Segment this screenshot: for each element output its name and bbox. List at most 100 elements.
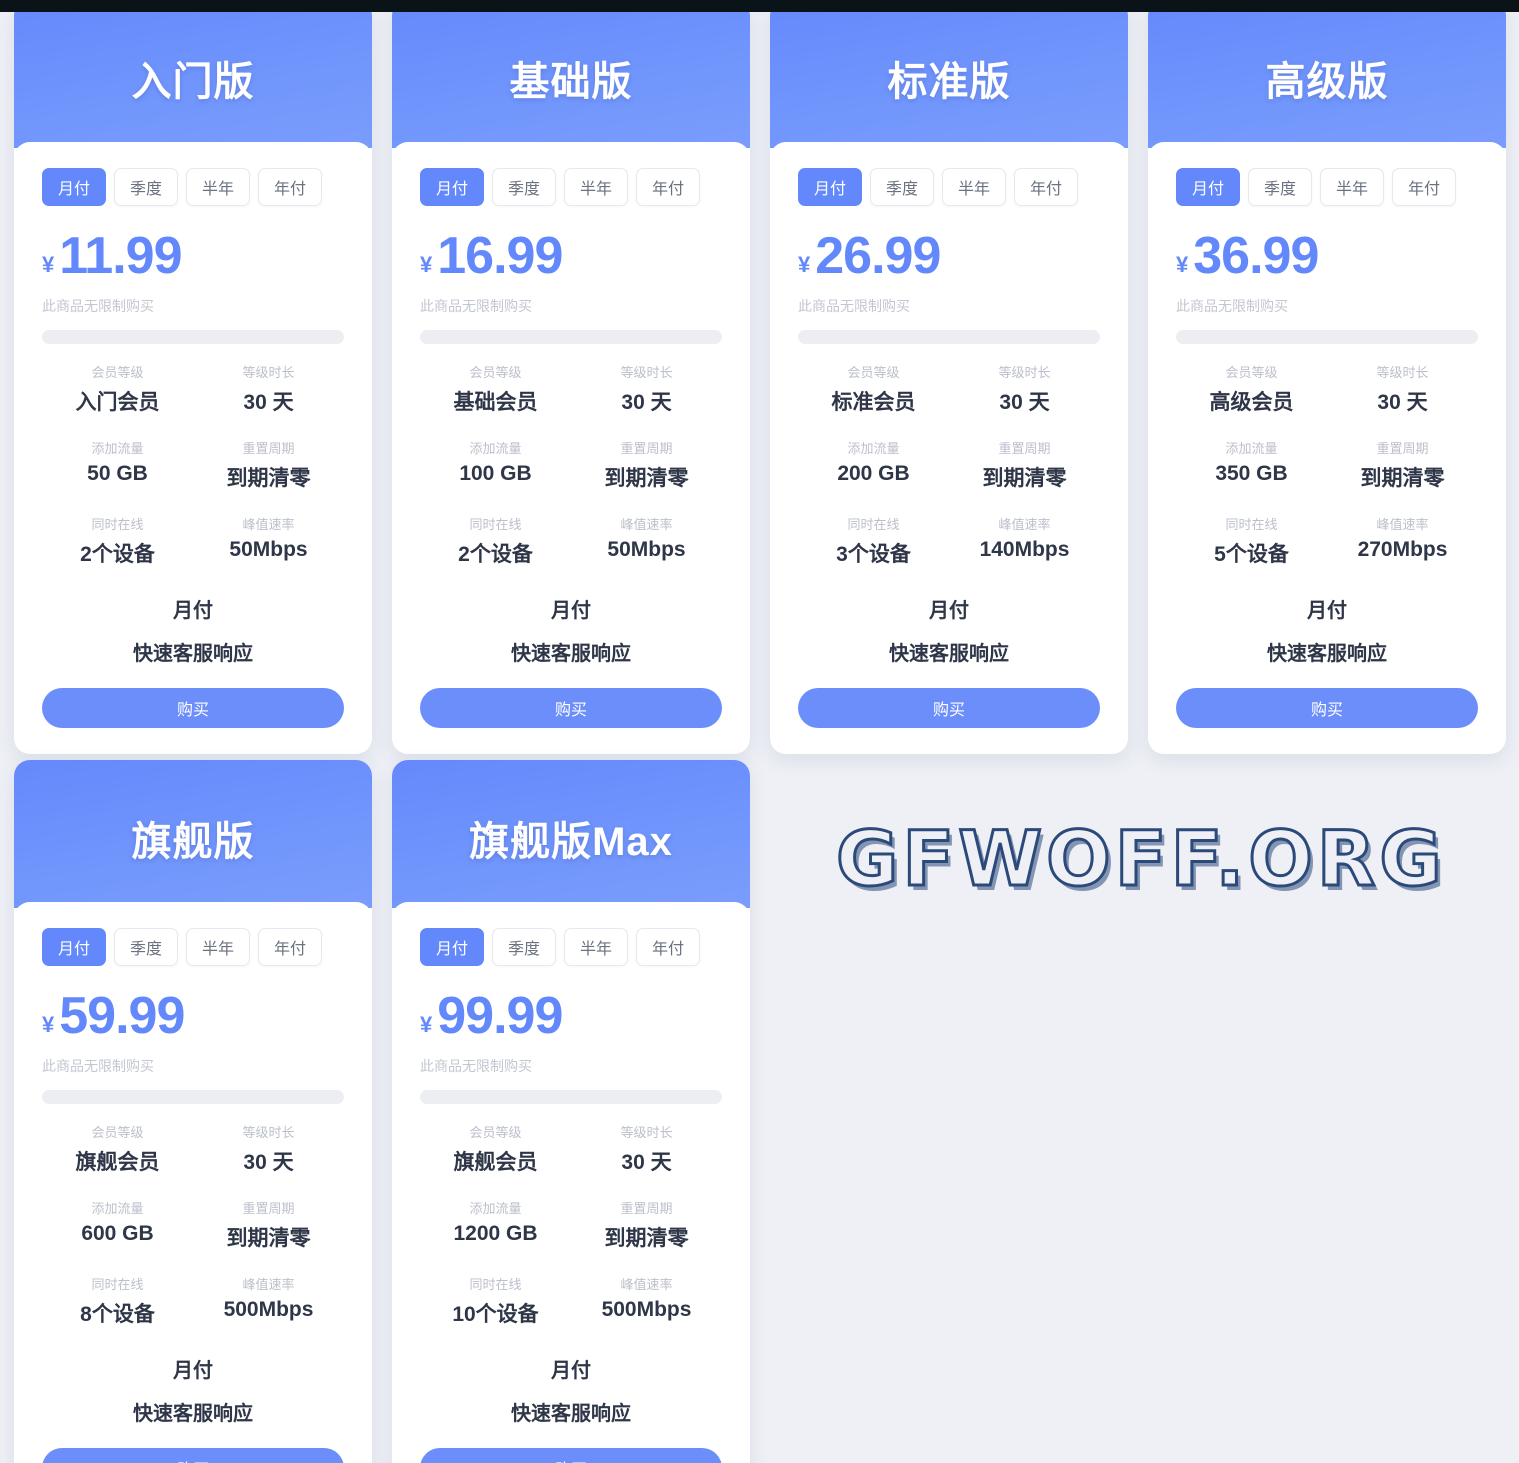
feature-label: 重置周期 xyxy=(242,1201,295,1216)
feature-added-traffic: 添加流量 600 GB xyxy=(42,1194,193,1256)
feature-label: 添加流量 xyxy=(847,441,900,456)
feature-level-duration: 等级时长 30 天 xyxy=(949,358,1100,420)
feature-value: 到期清零 xyxy=(604,467,689,490)
feature-peak-rate: 峰值速率 500Mbps xyxy=(571,1270,722,1332)
divider-bar xyxy=(42,330,344,344)
feature-value: 标准会员 xyxy=(831,391,916,414)
billing-tab-1[interactable]: 月付 xyxy=(42,168,106,206)
billing-tab-4[interactable]: 年付 xyxy=(258,168,322,206)
feature-label: 峰值速率 xyxy=(242,517,295,532)
billing-tab-3[interactable]: 半年 xyxy=(186,928,250,966)
feature-concurrent-online: 同时在线 5个设备 xyxy=(1176,510,1327,572)
buy-button[interactable]: 购买 xyxy=(420,1448,722,1463)
billing-tab-4[interactable]: 年付 xyxy=(258,928,322,966)
billing-tab-4[interactable]: 年付 xyxy=(1392,168,1456,206)
divider-bar xyxy=(42,1090,344,1104)
feature-added-traffic: 添加流量 100 GB xyxy=(420,434,571,496)
buy-button[interactable]: 购买 xyxy=(42,1448,344,1463)
billing-tab-4[interactable]: 年付 xyxy=(1014,168,1078,206)
feature-reset-cycle: 重置周期 到期清零 xyxy=(193,434,344,496)
billing-tab-4[interactable]: 年付 xyxy=(636,928,700,966)
feature-label: 峰值速率 xyxy=(620,1277,673,1292)
feature-value: 到期清零 xyxy=(982,467,1067,490)
card-body: 月付 季度 半年 年付 ¥ 11.99 此商品无限制购买 会员等级 入门会员 等级时长… xyxy=(14,142,372,754)
divider-bar xyxy=(420,1090,722,1104)
site-watermark: GFWOFF.ORG xyxy=(835,813,1446,905)
billing-tab-3[interactable]: 半年 xyxy=(564,168,628,206)
feature-reset-cycle: 重置周期 到期清零 xyxy=(571,434,722,496)
feature-label: 同时在线 xyxy=(91,1277,144,1292)
billing-tab-2[interactable]: 季度 xyxy=(114,928,178,966)
billing-tab-2[interactable]: 季度 xyxy=(492,928,556,966)
plan-price: 99.99 xyxy=(437,987,563,1045)
card-header: 旗舰版 xyxy=(14,760,372,908)
feature-label: 会员等级 xyxy=(469,365,522,380)
price-row: ¥ 59.99 xyxy=(42,990,344,1042)
billing-tab-3[interactable]: 半年 xyxy=(564,928,628,966)
card-header: 基础版 xyxy=(392,12,750,148)
pricing-card-grid: 入门版 月付 季度 半年 年付 ¥ 11.99 此商品无限制购买 会员等级 入门会员 … xyxy=(0,12,1519,1463)
buy-button[interactable]: 购买 xyxy=(1176,688,1478,728)
billing-cycle-text: 月付 xyxy=(551,1360,591,1382)
feature-value: 高级会员 xyxy=(1209,391,1294,414)
feature-label: 等级时长 xyxy=(620,365,673,380)
price-row: ¥ 99.99 xyxy=(420,990,722,1042)
feature-value: 30 天 xyxy=(243,391,294,414)
card-body: 月付 季度 半年 年付 ¥ 59.99 此商品无限制购买 会员等级 旗舰会员 等级时长… xyxy=(14,902,372,1463)
feature-grid: 会员等级 旗舰会员 等级时长 30 天 添加流量 600 GB 重置周期 到期清… xyxy=(42,1118,344,1332)
feature-label: 等级时长 xyxy=(242,365,295,380)
feature-label: 等级时长 xyxy=(242,1125,295,1140)
card-header: 标准版 xyxy=(770,12,1128,148)
feature-label: 峰值速率 xyxy=(1376,517,1429,532)
divider-bar xyxy=(1176,330,1478,344)
buy-button[interactable]: 购买 xyxy=(42,688,344,728)
currency-symbol: ¥ xyxy=(798,252,811,277)
feature-peak-rate: 峰值速率 50Mbps xyxy=(193,510,344,572)
card-body: 月付 季度 半年 年付 ¥ 26.99 此商品无限制购买 会员等级 标准会员 等级时长… xyxy=(770,142,1128,754)
billing-tab-3[interactable]: 半年 xyxy=(186,168,250,206)
pricing-card-4: 高级版 月付 季度 半年 年付 ¥ 36.99 此商品无限制购买 会员等级 高级会员 … xyxy=(1148,12,1506,754)
billing-tab-2[interactable]: 季度 xyxy=(1248,168,1312,206)
billing-tab-3[interactable]: 半年 xyxy=(1320,168,1384,206)
feature-value: 600 GB xyxy=(81,1222,154,1245)
billing-cycle-tabs: 月付 季度 半年 年付 xyxy=(420,168,722,206)
pricing-page: 入门版 月付 季度 半年 年付 ¥ 11.99 此商品无限制购买 会员等级 入门会员 … xyxy=(0,12,1519,1463)
billing-tab-2[interactable]: 季度 xyxy=(870,168,934,206)
billing-tab-4[interactable]: 年付 xyxy=(636,168,700,206)
feature-concurrent-online: 同时在线 8个设备 xyxy=(42,1270,193,1332)
plan-price: 59.99 xyxy=(59,987,185,1045)
feature-value: 100 GB xyxy=(459,462,532,485)
billing-tab-1[interactable]: 月付 xyxy=(42,928,106,966)
pricing-card-1: 入门版 月付 季度 半年 年付 ¥ 11.99 此商品无限制购买 会员等级 入门会员 … xyxy=(14,12,372,754)
feature-peak-rate: 峰值速率 270Mbps xyxy=(1327,510,1478,572)
feature-value: 基础会员 xyxy=(453,391,538,414)
feature-label: 重置周期 xyxy=(620,1201,673,1216)
billing-tab-1[interactable]: 月付 xyxy=(420,168,484,206)
billing-tab-3[interactable]: 半年 xyxy=(942,168,1006,206)
feature-peak-rate: 峰值速率 500Mbps xyxy=(193,1270,344,1332)
feature-label: 会员等级 xyxy=(847,365,900,380)
billing-tab-2[interactable]: 季度 xyxy=(492,168,556,206)
feature-reset-cycle: 重置周期 到期清零 xyxy=(571,1194,722,1256)
plan-price: 11.99 xyxy=(59,227,182,285)
billing-tab-2[interactable]: 季度 xyxy=(114,168,178,206)
feature-value: 到期清零 xyxy=(226,1227,311,1250)
feature-value: 270Mbps xyxy=(1357,538,1448,561)
extra-info: 月付 快速客服响应 xyxy=(42,580,344,666)
feature-added-traffic: 添加流量 1200 GB xyxy=(420,1194,571,1256)
support-text: 快速客服响应 xyxy=(889,643,1009,665)
feature-value: 到期清零 xyxy=(604,1227,689,1250)
billing-tab-1[interactable]: 月付 xyxy=(420,928,484,966)
feature-level-duration: 等级时长 30 天 xyxy=(571,1118,722,1180)
billing-tab-1[interactable]: 月付 xyxy=(798,168,862,206)
feature-value: 30 天 xyxy=(243,1151,294,1174)
buy-button[interactable]: 购买 xyxy=(798,688,1100,728)
feature-label: 重置周期 xyxy=(1376,441,1429,456)
plan-title: 高级版 xyxy=(1265,60,1389,104)
feature-value: 350 GB xyxy=(1215,462,1288,485)
billing-tab-1[interactable]: 月付 xyxy=(1176,168,1240,206)
buy-button[interactable]: 购买 xyxy=(420,688,722,728)
pricing-card-5: 旗舰版 月付 季度 半年 年付 ¥ 59.99 此商品无限制购买 会员等级 旗舰会员 … xyxy=(14,760,372,1463)
feature-membership-level: 会员等级 标准会员 xyxy=(798,358,949,420)
feature-label: 同时在线 xyxy=(1225,517,1278,532)
